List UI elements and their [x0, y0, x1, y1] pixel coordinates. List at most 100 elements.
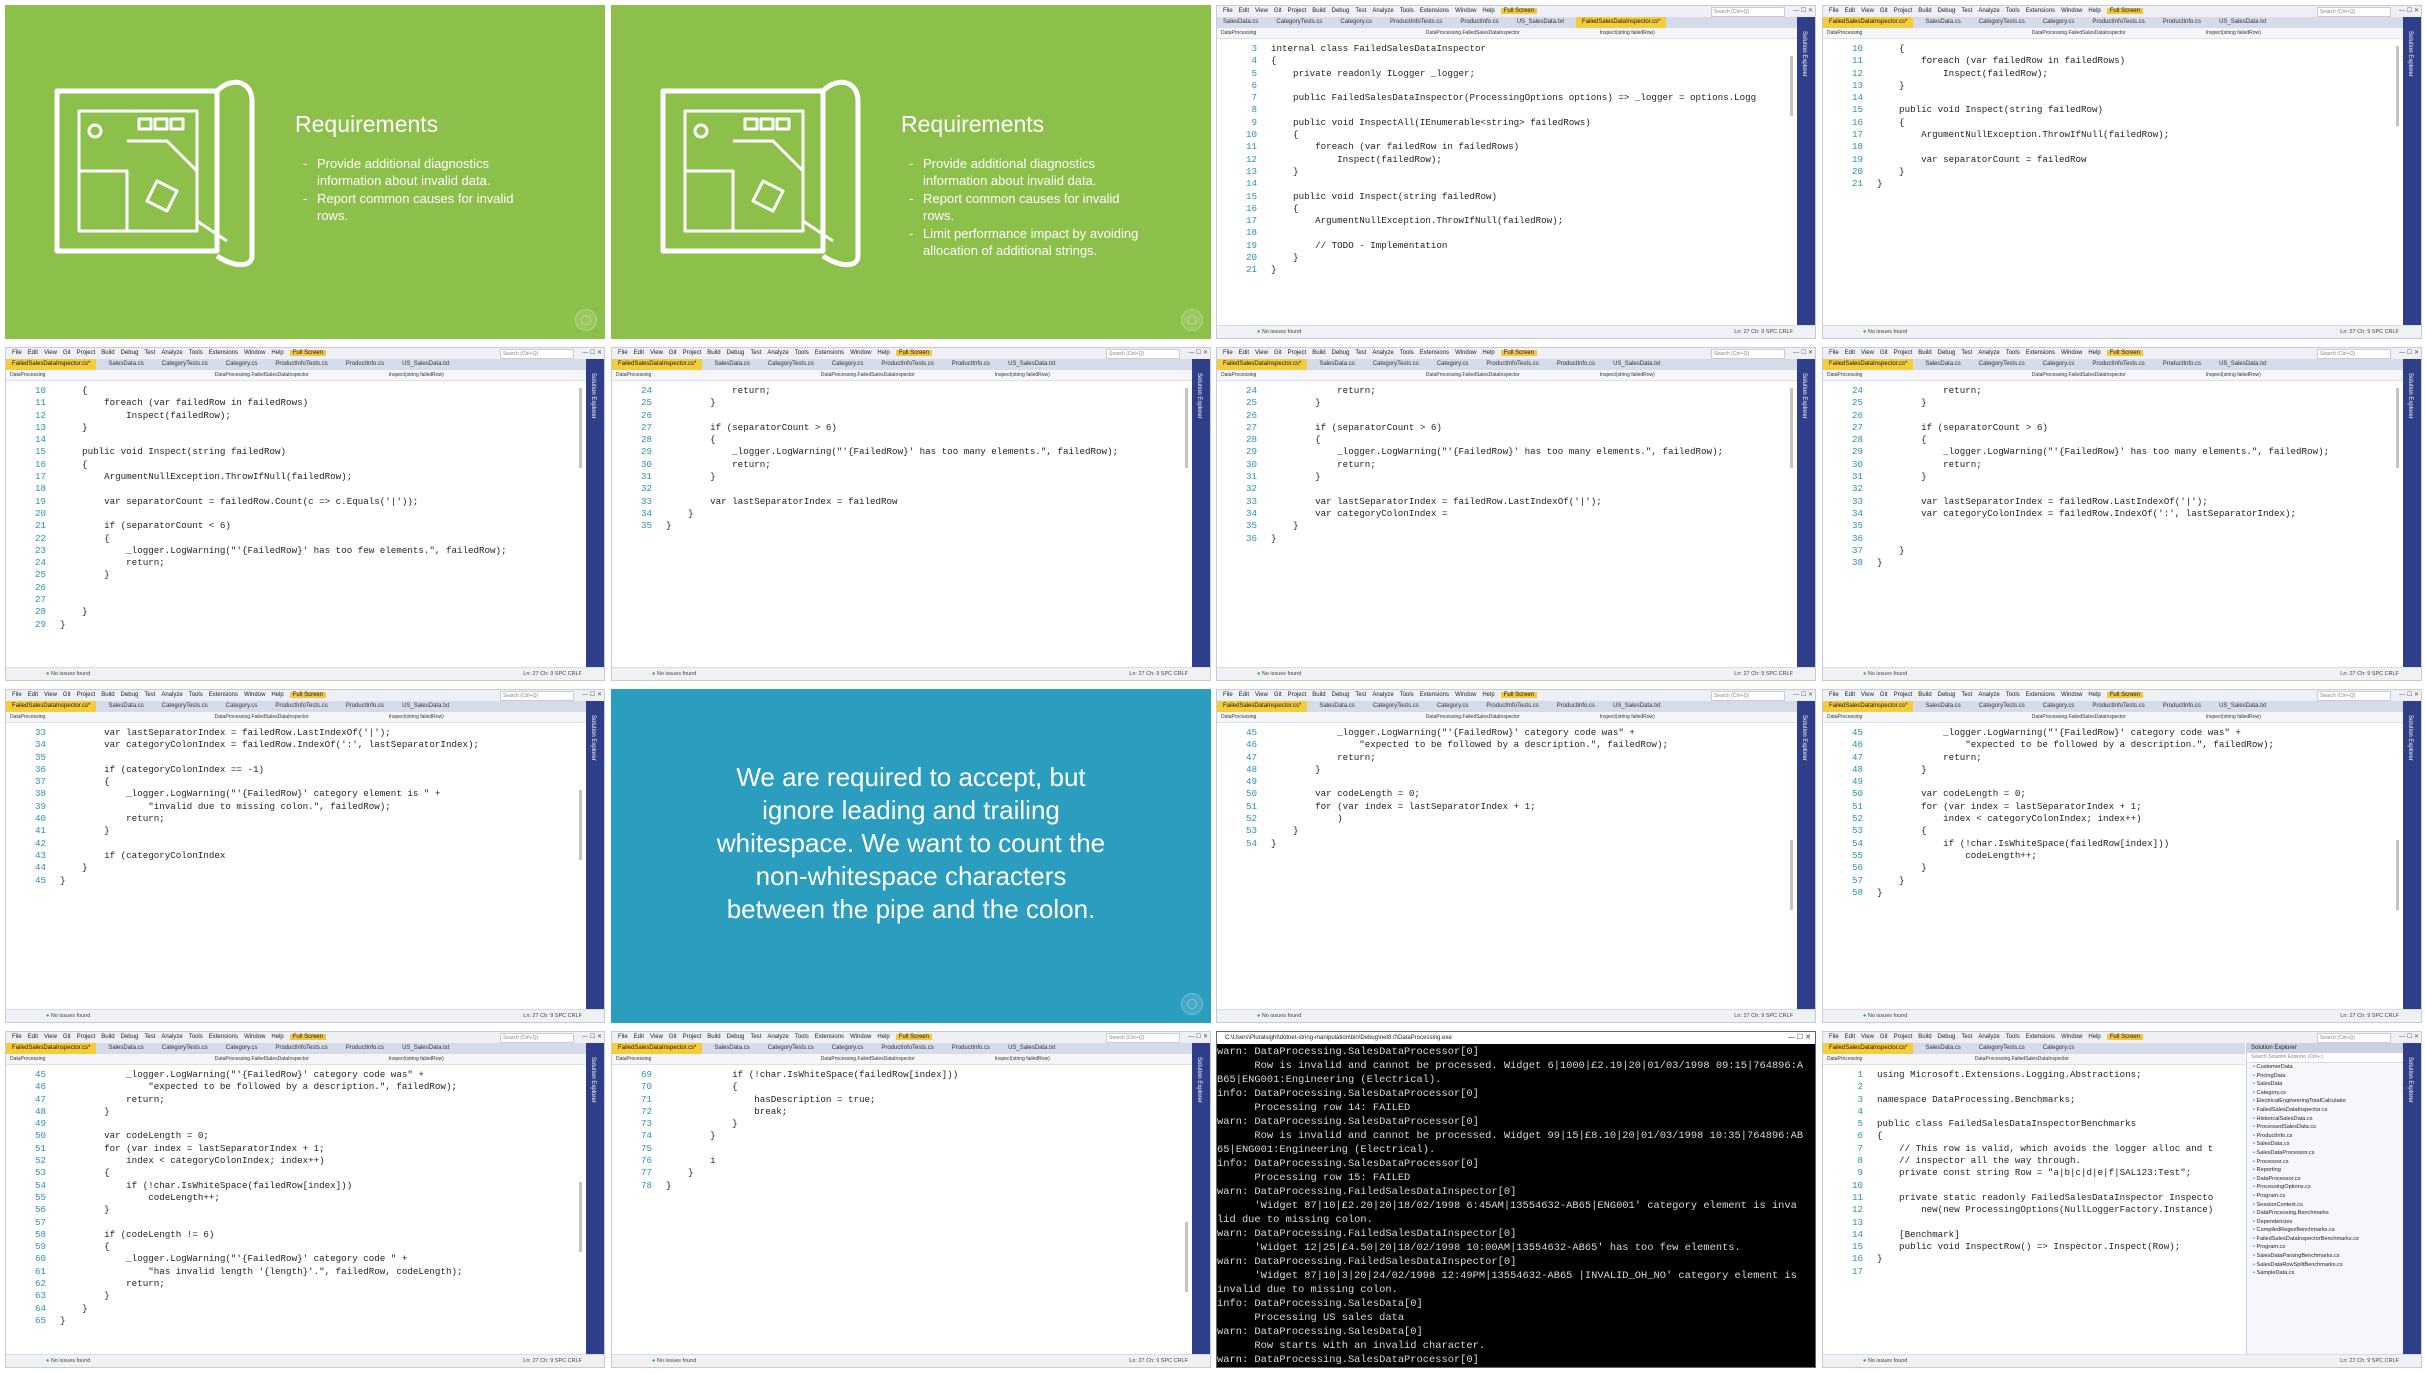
- tab-salesdata[interactable]: SalesData.cs: [1313, 701, 1360, 712]
- tab-productinfotests[interactable]: ProductInfoTests.cs: [875, 359, 939, 370]
- menu-item-extensions[interactable]: Extensions: [2026, 350, 2055, 356]
- code-line[interactable]: 45 _logger.LogWarning("'{FailedRow}' cat…: [1217, 727, 1797, 739]
- nav-class[interactable]: DataProcessing.FailedSalesDataInspector: [1426, 28, 1520, 38]
- menu-item-edit[interactable]: Edit: [1239, 8, 1249, 14]
- code-line[interactable]: 51 for (var index = lastSeparatorIndex +…: [6, 1143, 586, 1155]
- issues-indicator[interactable]: ● No issues found: [46, 668, 90, 680]
- full-screen-badge[interactable]: Full Screen: [2106, 1034, 2144, 1040]
- full-screen-badge[interactable]: Full Screen: [1500, 8, 1538, 14]
- menu-item-build[interactable]: Build: [1918, 692, 1931, 698]
- code-line[interactable]: 46 "expected to be followed by a descrip…: [6, 1081, 586, 1093]
- nav-member[interactable]: Inspect(string failedRow): [389, 1054, 444, 1064]
- menu-item-test[interactable]: Test: [750, 1034, 761, 1040]
- menu-item-build[interactable]: Build: [1312, 350, 1325, 356]
- nav-member[interactable]: Inspect(string failedRow): [1600, 370, 1655, 380]
- tab-failedsalesdatainspector[interactable]: FailedSalesDataInspector.cs*: [612, 1043, 703, 1054]
- code-line[interactable]: 24 return;: [1217, 385, 1797, 397]
- tab-productinfo[interactable]: ProductInfo.cs: [2157, 701, 2207, 712]
- tab-failedsalesdatainspector[interactable]: FailedSalesDataInspector.cs*: [1823, 701, 1914, 712]
- nav-class[interactable]: DataProcessing.FailedSalesDataInspector: [2032, 28, 2126, 38]
- code-line[interactable]: 49: [6, 1118, 586, 1130]
- menu-item-help[interactable]: Help: [271, 1034, 283, 1040]
- code-line[interactable]: 45}: [6, 875, 586, 887]
- menu-item-edit[interactable]: Edit: [1239, 692, 1249, 698]
- code-line[interactable]: 44 }: [6, 862, 586, 874]
- menu-item-view[interactable]: View: [1255, 692, 1268, 698]
- tab-productinfotests[interactable]: ProductInfoTests.cs: [1384, 17, 1448, 28]
- code-line[interactable]: 51 for (var index = lastSeparatorIndex +…: [1823, 801, 2403, 813]
- menu-item-view[interactable]: View: [1861, 692, 1874, 698]
- code-line[interactable]: 4{: [1217, 55, 1797, 67]
- tab-productinfotests[interactable]: ProductInfoTests.cs: [1480, 359, 1544, 370]
- tab-productinfo[interactable]: ProductInfo.cs: [340, 359, 390, 370]
- code-line[interactable]: 33 var lastSeparatorIndex = failedRow.La…: [6, 727, 586, 739]
- nav-member[interactable]: Inspect(string failedRow): [2206, 28, 2261, 38]
- menu-item-debug[interactable]: Debug: [1332, 8, 1350, 14]
- code-editor[interactable]: 1 using Microsoft.Extensions.Logging.Abst…: [1823, 1065, 2245, 1355]
- scrollbar[interactable]: [579, 790, 582, 860]
- code-line[interactable]: 47 return;: [1823, 752, 2403, 764]
- menu-item-tools[interactable]: Tools: [2006, 350, 2020, 356]
- code-line[interactable]: 34 var categoryColonIndex = failedRow.In…: [6, 739, 586, 751]
- menu-item-view[interactable]: View: [1255, 8, 1268, 14]
- tab-productinfo[interactable]: ProductInfo.cs: [1454, 17, 1504, 28]
- tab-us-salesdata[interactable]: US_SalesData.txt: [396, 359, 455, 370]
- menu-item-extensions[interactable]: Extensions: [209, 1034, 238, 1040]
- code-line[interactable]: 42: [6, 838, 586, 850]
- menu-item-build[interactable]: Build: [1312, 8, 1325, 14]
- nav-member[interactable]: Inspect(string failedRow): [389, 370, 444, 380]
- code-line[interactable]: 27 if (separatorCount > 6): [1217, 422, 1797, 434]
- menu-item-window[interactable]: Window: [1455, 8, 1476, 14]
- menu-item-git[interactable]: Git: [1880, 350, 1888, 356]
- code-line[interactable]: 14 [Benchmark]: [1823, 1229, 2245, 1241]
- tab-categorytests[interactable]: CategoryTests.cs: [1367, 359, 1425, 370]
- code-line[interactable]: 15 public void Inspect(string failedRow): [1217, 191, 1797, 203]
- code-line[interactable]: 36 if (categoryColonIndex == -1): [6, 764, 586, 776]
- code-line[interactable]: 77 }: [612, 1167, 1192, 1179]
- code-line[interactable]: 52 index < categoryColonIndex; index++): [6, 1155, 586, 1167]
- menu-item-project[interactable]: Project: [1894, 350, 1913, 356]
- tab-productinfotests[interactable]: ProductInfoTests.cs: [875, 1043, 939, 1054]
- menu-item-build[interactable]: Build: [1918, 8, 1931, 14]
- code-line[interactable]: 5 public class FailedSalesDataInspectorBe…: [1823, 1118, 2245, 1130]
- search-input[interactable]: Search (Ctrl+Q): [1711, 349, 1785, 359]
- menu-item-window[interactable]: Window: [244, 1034, 265, 1040]
- code-line[interactable]: 49: [1217, 776, 1797, 788]
- code-line[interactable]: 38 _logger.LogWarning("'{FailedRow}' cat…: [6, 788, 586, 800]
- code-line[interactable]: 35: [6, 752, 586, 764]
- tab-failedsalesdatainspector[interactable]: FailedSalesDataInspector.cs*: [1576, 17, 1667, 28]
- menu-item-analyze[interactable]: Analyze: [767, 350, 788, 356]
- menu-item-window[interactable]: Window: [2061, 1034, 2082, 1040]
- menu-item-help[interactable]: Help: [877, 1034, 889, 1040]
- window-controls[interactable]: — ☐ ✕: [1793, 348, 1813, 359]
- code-line[interactable]: 53 {: [6, 1167, 586, 1179]
- tab-productinfotests[interactable]: ProductInfoTests.cs: [2086, 701, 2150, 712]
- menu-item-build[interactable]: Build: [101, 692, 114, 698]
- menu-item-test[interactable]: Test: [1355, 8, 1366, 14]
- menu-item-debug[interactable]: Debug: [1332, 350, 1350, 356]
- tab-failedsalesdatainspector[interactable]: FailedSalesDataInspector.cs*: [1217, 359, 1308, 370]
- code-line[interactable]: 61 "has invalid length '{length}'.", fai…: [6, 1266, 586, 1278]
- code-line[interactable]: 72 break;: [612, 1106, 1192, 1118]
- menu-item-file[interactable]: File: [618, 350, 628, 356]
- code-editor[interactable]: 24 return; 25 } 26 27 if (separatorCount > …: [1823, 381, 2403, 668]
- tab-us-salesdata[interactable]: US_SalesData.txt: [1002, 359, 1061, 370]
- solution-explorer-rail[interactable]: Solution Explorer: [1797, 359, 1815, 668]
- menu-item-window[interactable]: Window: [850, 1034, 871, 1040]
- code-line[interactable]: 54 if (!char.IsWhiteSpace(failedRow[inde…: [1823, 838, 2403, 850]
- code-editor[interactable]: 45 _logger.LogWarning("'{FailedRow}' cat…: [1217, 723, 1797, 1010]
- code-line[interactable]: 7 public FailedSalesDataInspector(Proces…: [1217, 92, 1797, 104]
- window-controls[interactable]: — ☐ ✕: [1188, 1032, 1208, 1043]
- menu-item-tools[interactable]: Tools: [2006, 1034, 2020, 1040]
- menu-item-view[interactable]: View: [650, 1034, 663, 1040]
- menu-item-git[interactable]: Git: [1274, 692, 1282, 698]
- nav-project[interactable]: DataProcessing: [1827, 1054, 1862, 1064]
- code-line[interactable]: 11 foreach (var failedRow in failedRows): [1823, 55, 2403, 67]
- code-line[interactable]: 32: [1217, 483, 1797, 495]
- code-editor[interactable]: 24 return; 25 } 26 27 if (separatorCount > …: [612, 381, 1192, 668]
- code-line[interactable]: 11 private static readonly FailedSalesDa…: [1823, 1192, 2245, 1204]
- menu-item-debug[interactable]: Debug: [727, 1034, 745, 1040]
- code-editor[interactable]: 45 _logger.LogWarning("'{FailedRow}' cat…: [6, 1065, 586, 1355]
- menu-item-window[interactable]: Window: [1455, 692, 1476, 698]
- nav-class[interactable]: DataProcessing.FailedSalesDataInspector: [1426, 370, 1520, 380]
